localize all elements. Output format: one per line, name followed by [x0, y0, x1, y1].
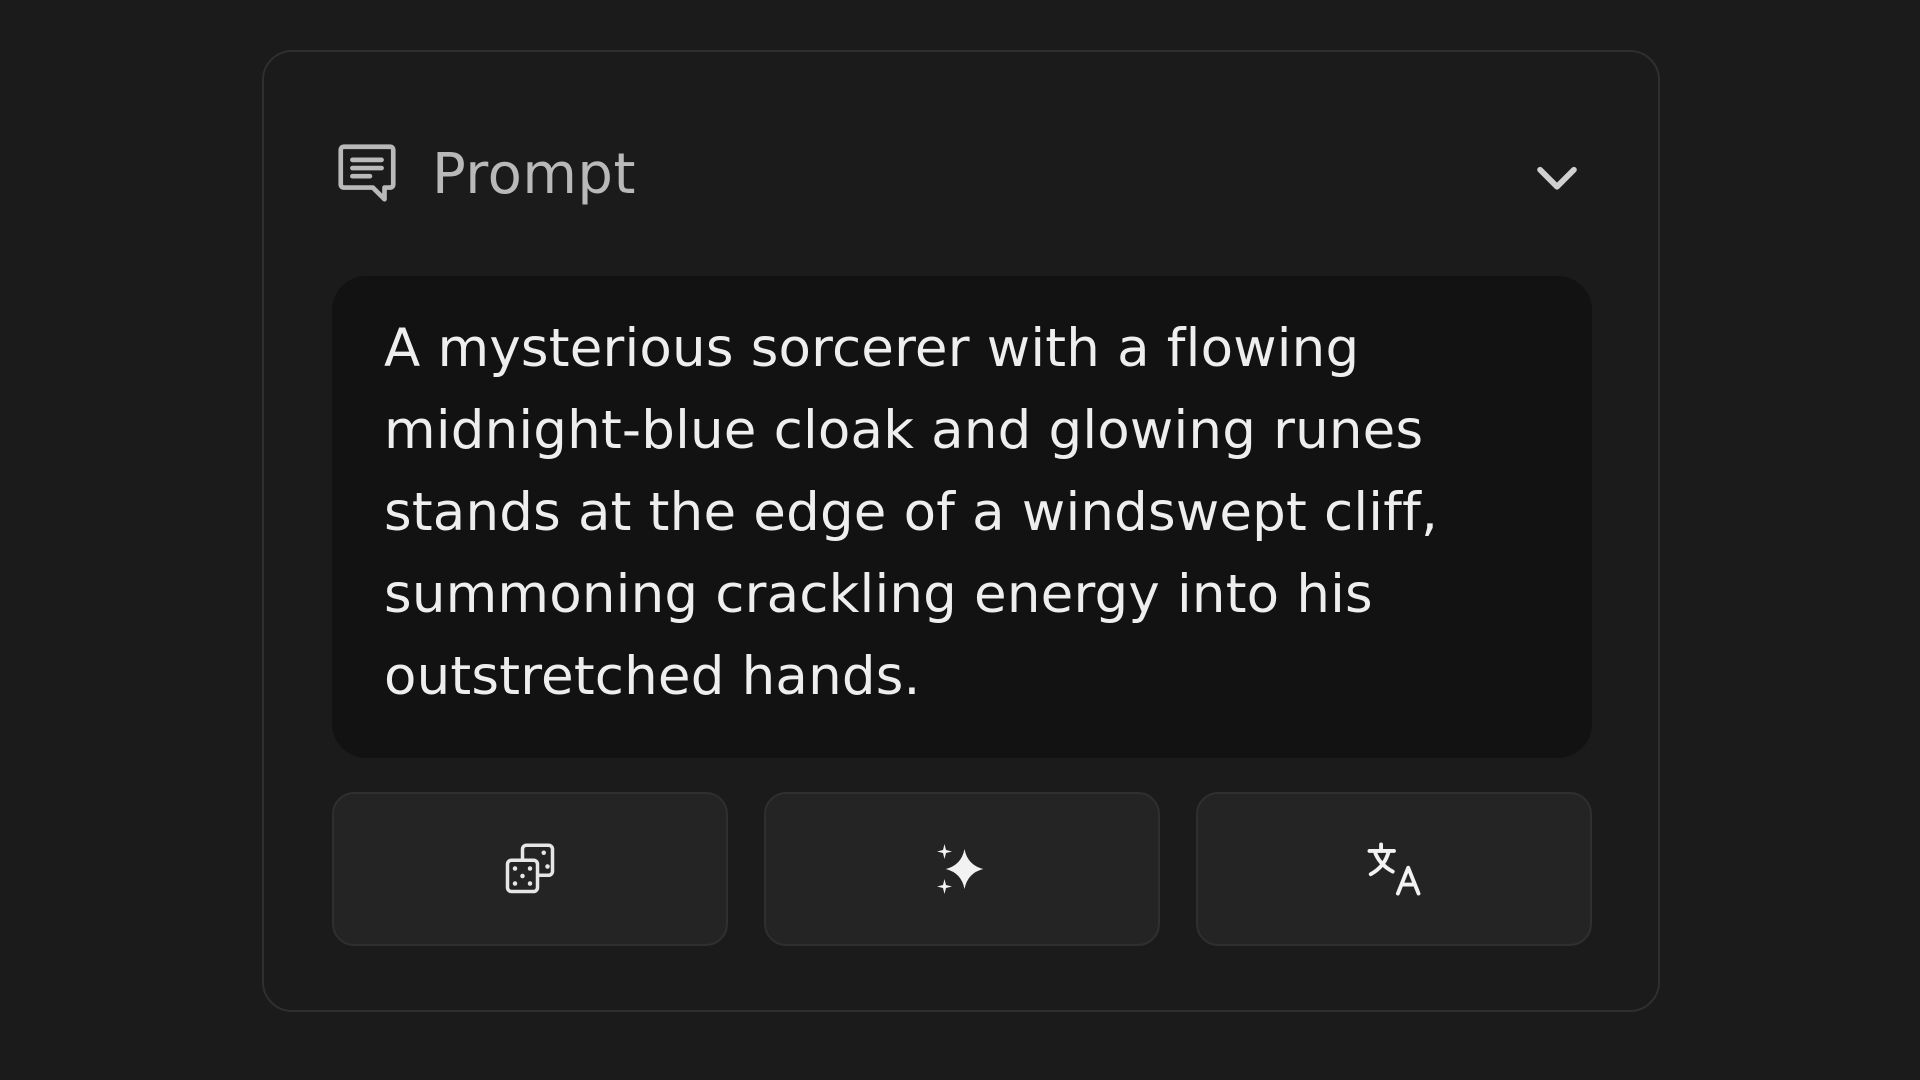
- chevron-down-icon[interactable]: [1528, 148, 1586, 206]
- randomize-button[interactable]: [332, 792, 728, 946]
- message-square-text-icon: [332, 138, 402, 208]
- prompt-textarea[interactable]: A mysterious sorcerer with a flowing mid…: [332, 276, 1592, 758]
- prompt-panel: Prompt A mysterious sorcerer with a flow…: [262, 50, 1660, 1012]
- prompt-actions: [332, 792, 1594, 948]
- translate-icon: [1367, 842, 1421, 896]
- prompt-title: Prompt: [432, 142, 636, 207]
- enhance-button[interactable]: [764, 792, 1160, 946]
- sparkles-icon: [937, 844, 984, 894]
- prompt-header[interactable]: Prompt: [332, 130, 1594, 220]
- translate-button[interactable]: [1196, 792, 1592, 946]
- prompt-text[interactable]: A mysterious sorcerer with a flowing mid…: [384, 308, 1542, 718]
- dice-icon: [505, 843, 555, 894]
